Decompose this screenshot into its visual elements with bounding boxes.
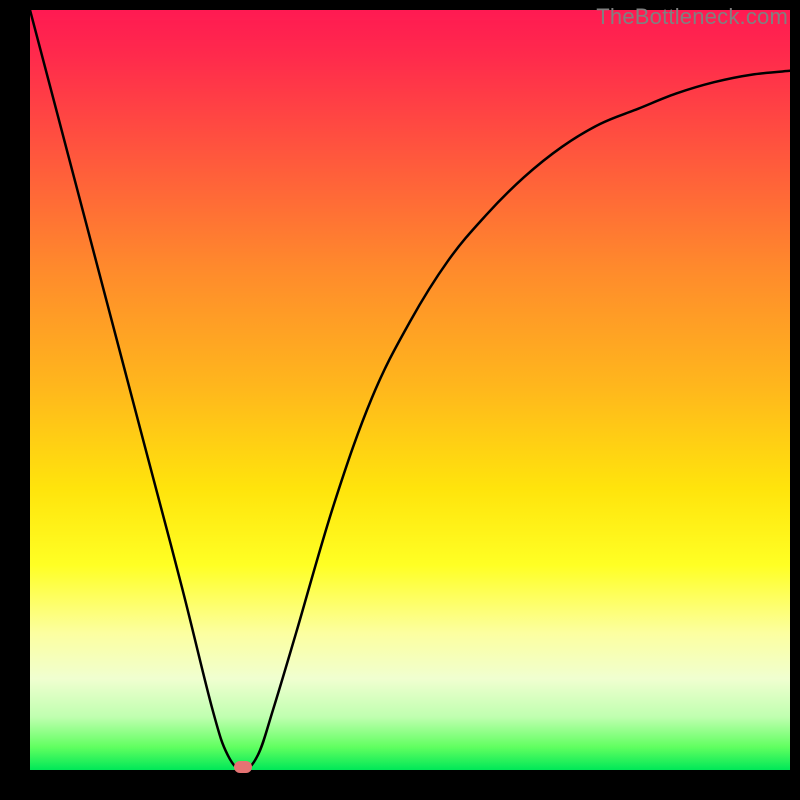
watermark-label: TheBottleneck.com [596,4,788,30]
plot-area [30,10,790,770]
chart-frame: TheBottleneck.com [0,0,800,800]
minimum-marker [234,761,252,773]
bottleneck-curve [30,10,790,770]
